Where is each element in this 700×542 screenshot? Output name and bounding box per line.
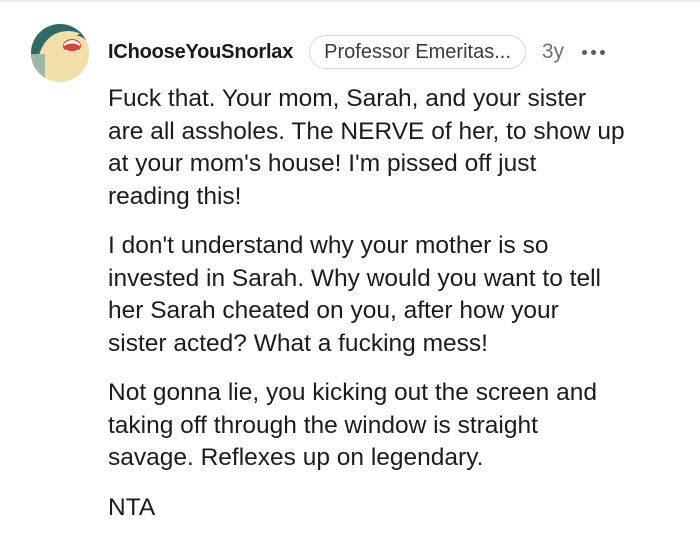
dot — [591, 49, 597, 55]
comment-paragraph: Fuck that. Your mom, Sarah, and your sis… — [108, 85, 625, 210]
dot — [600, 49, 606, 55]
comment-age: 3y — [541, 40, 565, 63]
comment-paragraph: Not gonna lie, you kicking out the scree… — [108, 379, 597, 471]
avatar-image — [31, 24, 89, 82]
comment: IChooseYouSnorlax Professor Emeritas... … — [0, 0, 700, 542]
user-flair: Professor Emeritas... — [309, 35, 526, 69]
comment-header: IChooseYouSnorlax Professor Emeritas... … — [108, 33, 606, 71]
snorlax-avatar-icon[interactable] — [31, 24, 89, 82]
comment-paragraph: I don't understand why your mother is so… — [108, 232, 601, 357]
username[interactable]: IChooseYouSnorlax — [108, 41, 293, 64]
comment-body: Fuck that. Your mom, Sarah, and your sis… — [108, 83, 683, 541]
dot — [582, 49, 588, 55]
more-options-icon[interactable] — [582, 42, 606, 62]
comment-paragraph: NTA — [108, 493, 156, 521]
